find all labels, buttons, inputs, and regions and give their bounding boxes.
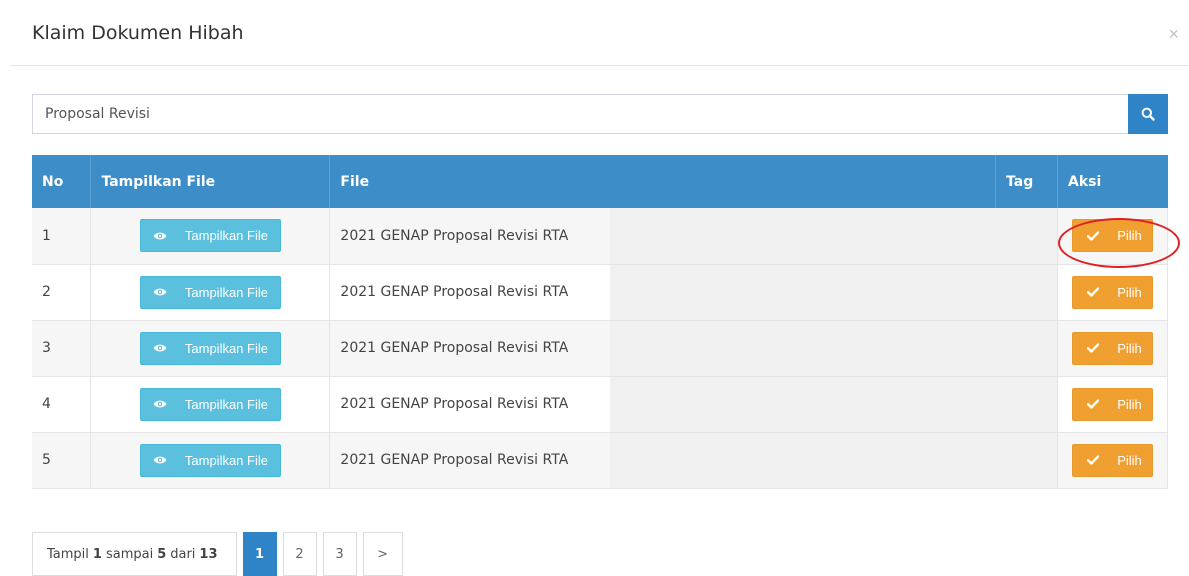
check-icon xyxy=(1087,231,1100,241)
pick-label: Pilih xyxy=(1117,228,1142,244)
close-icon[interactable]: × xyxy=(1168,24,1179,45)
pick-button[interactable]: Pilih xyxy=(1072,443,1153,477)
redacted-area xyxy=(610,320,997,376)
page-3[interactable]: 3 xyxy=(322,532,357,576)
info-end: 5 xyxy=(157,546,167,562)
check-icon xyxy=(1087,455,1100,465)
pick-label: Pilih xyxy=(1117,396,1142,412)
header-view-file: Tampilkan File xyxy=(90,155,331,208)
table-row: 3 Tampilkan File 2021 GENAP Proposal Revis… xyxy=(32,320,1169,377)
info-total: 13 xyxy=(199,546,218,562)
table-row: 1 Tampilkan File 2021 GENAP Proposal Revis… xyxy=(32,208,1169,265)
view-file-label: Tampilkan File xyxy=(184,396,268,412)
search-icon xyxy=(1141,107,1155,121)
claim-document-modal: Klaim Dokumen Hibah × No Tampilkan File … xyxy=(10,0,1189,576)
row-view-cell: Tampilkan File xyxy=(90,320,331,377)
document-table: No Tampilkan File File Tag Aksi 1 Tampilk… xyxy=(32,155,1169,489)
check-icon xyxy=(1087,287,1100,297)
pick-button[interactable]: Pilih xyxy=(1072,387,1153,421)
row-tag xyxy=(995,376,1058,433)
check-icon xyxy=(1087,399,1100,409)
pagination-info: Tampil 1 sampai 5 dari 13 xyxy=(32,532,237,576)
row-tag xyxy=(995,264,1058,321)
search-input[interactable] xyxy=(32,94,1128,134)
check-icon xyxy=(1087,343,1100,353)
info-mid1: sampai xyxy=(105,546,154,562)
page-2[interactable]: 2 xyxy=(282,532,317,576)
row-file-name: 2021 GENAP Proposal Revisi RTA xyxy=(340,284,569,300)
modal-header: Klaim Dokumen Hibah × xyxy=(10,0,1189,66)
view-file-button[interactable]: Tampilkan File xyxy=(139,443,281,477)
table-row: 2 Tampilkan File 2021 GENAP Proposal Revis… xyxy=(32,264,1169,321)
search-button[interactable] xyxy=(1128,94,1168,134)
view-file-label: Tampilkan File xyxy=(184,452,268,468)
view-file-button[interactable]: Tampilkan File xyxy=(139,331,281,365)
header-file: File xyxy=(329,155,996,208)
row-action-cell: Pilih xyxy=(1057,376,1169,433)
pick-label: Pilih xyxy=(1117,452,1142,468)
eye-icon xyxy=(153,455,167,465)
row-action-cell: Pilih xyxy=(1057,208,1169,265)
header-tag: Tag xyxy=(995,155,1058,208)
row-view-cell: Tampilkan File xyxy=(90,376,331,433)
pick-button[interactable]: Pilih xyxy=(1072,275,1153,309)
row-no: 3 xyxy=(32,320,92,377)
row-view-cell: Tampilkan File xyxy=(90,432,331,489)
row-tag xyxy=(995,208,1058,265)
pick-button[interactable]: Pilih xyxy=(1072,331,1153,365)
row-view-cell: Tampilkan File xyxy=(90,208,331,265)
row-file-cell: 2021 GENAP Proposal Revisi RTA xyxy=(329,432,997,489)
row-tag xyxy=(995,320,1058,377)
row-file-name: 2021 GENAP Proposal Revisi RTA xyxy=(340,452,569,468)
view-file-button[interactable]: Tampilkan File xyxy=(139,275,281,309)
pick-label: Pilih xyxy=(1117,340,1142,356)
table-header-row: No Tampilkan File File Tag Aksi xyxy=(32,155,1168,208)
modal-title: Klaim Dokumen Hibah xyxy=(32,22,244,44)
info-start: 1 xyxy=(92,546,102,562)
row-no: 1 xyxy=(32,208,92,265)
eye-icon xyxy=(153,343,167,353)
info-prefix: Tampil xyxy=(47,546,89,562)
redacted-area xyxy=(610,376,997,432)
row-no: 2 xyxy=(32,264,92,321)
row-tag xyxy=(995,432,1058,489)
eye-icon xyxy=(153,287,167,297)
view-file-label: Tampilkan File xyxy=(184,284,268,300)
row-action-cell: Pilih xyxy=(1057,432,1169,489)
row-file-cell: 2021 GENAP Proposal Revisi RTA xyxy=(329,376,997,433)
view-file-button[interactable]: Tampilkan File xyxy=(139,219,281,253)
row-file-cell: 2021 GENAP Proposal Revisi RTA xyxy=(329,208,997,265)
row-no: 4 xyxy=(32,376,92,433)
pick-button[interactable]: Pilih xyxy=(1072,219,1153,253)
view-file-label: Tampilkan File xyxy=(184,228,268,244)
next-page[interactable]: > xyxy=(362,532,403,576)
table-row: 4 Tampilkan File 2021 GENAP Proposal Revis… xyxy=(32,376,1169,433)
eye-icon xyxy=(153,399,167,409)
search-bar xyxy=(32,94,1176,134)
page-1[interactable]: 1 xyxy=(242,532,277,576)
header-no: No xyxy=(32,155,92,208)
eye-icon xyxy=(153,231,167,241)
row-action-cell: Pilih xyxy=(1057,320,1169,377)
row-file-cell: 2021 GENAP Proposal Revisi RTA xyxy=(329,264,997,321)
row-file-cell: 2021 GENAP Proposal Revisi RTA xyxy=(329,320,997,377)
view-file-button[interactable]: Tampilkan File xyxy=(139,387,281,421)
row-file-name: 2021 GENAP Proposal Revisi RTA xyxy=(340,227,569,244)
info-mid2: dari xyxy=(170,546,196,562)
row-action-cell: Pilih xyxy=(1057,264,1169,321)
row-file-name: 2021 GENAP Proposal Revisi RTA xyxy=(340,340,569,356)
row-file-name: 2021 GENAP Proposal Revisi RTA xyxy=(340,396,569,412)
pagination: Tampil 1 sampai 5 dari 13 1 2 3 > xyxy=(32,532,409,576)
row-no: 5 xyxy=(32,432,92,489)
table-row: 5 Tampilkan File 2021 GENAP Proposal Revis… xyxy=(32,432,1169,489)
pick-label: Pilih xyxy=(1117,284,1142,300)
redacted-area xyxy=(610,432,997,488)
row-view-cell: Tampilkan File xyxy=(90,264,331,321)
redacted-area xyxy=(610,264,997,320)
header-action: Aksi xyxy=(1057,155,1168,208)
view-file-label: Tampilkan File xyxy=(184,340,268,356)
redacted-area xyxy=(610,208,997,264)
